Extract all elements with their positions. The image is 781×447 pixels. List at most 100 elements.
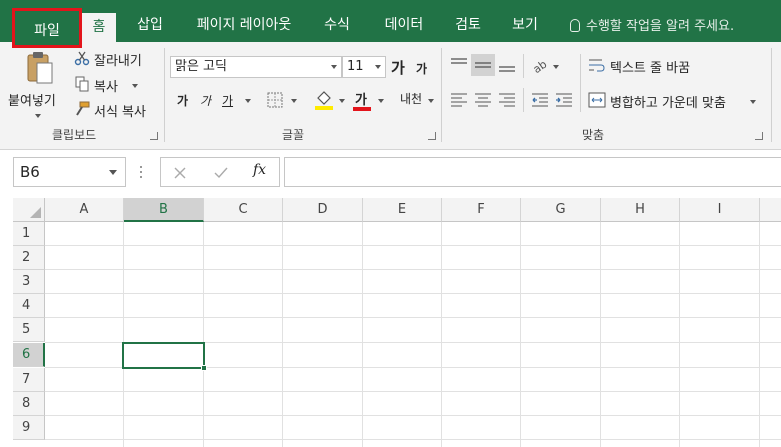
font-color-dropdown-icon[interactable]	[378, 99, 384, 103]
align-bottom-icon[interactable]	[497, 56, 517, 74]
column-header-e[interactable]: E	[363, 198, 442, 222]
enter-check-icon[interactable]	[213, 166, 229, 180]
lightbulb-icon	[570, 19, 580, 32]
font-size-combo[interactable]: 11	[342, 56, 386, 78]
grow-font-button[interactable]: 가	[391, 57, 405, 78]
font-color-button[interactable]: 가	[353, 89, 373, 111]
wrap-text-button[interactable]: 텍스트 줄 바꿈	[588, 55, 708, 77]
svg-text:ab: ab	[531, 58, 550, 74]
align-left-icon[interactable]	[449, 92, 469, 108]
chevron-down-icon	[331, 65, 337, 69]
format-painter-button[interactable]: 서식 복사	[74, 99, 154, 120]
font-launcher-icon[interactable]	[428, 132, 436, 140]
copy-label: 복사	[94, 80, 118, 95]
format-painter-icon	[76, 101, 90, 116]
align-right-icon[interactable]	[497, 92, 517, 108]
decrease-indent-icon[interactable]	[530, 92, 550, 108]
scissors-icon	[74, 51, 90, 66]
merge-center-icon	[588, 92, 606, 108]
tab-home[interactable]: 홈	[82, 13, 116, 42]
copy-dropdown-icon	[132, 84, 138, 88]
tell-me-box[interactable]: 수행할 작업을 알려 주세요.	[570, 15, 734, 34]
row-header-2[interactable]: 2	[13, 246, 45, 270]
fill-color-dropdown-icon[interactable]	[339, 99, 345, 103]
cut-label: 잘라내기	[94, 54, 142, 69]
select-all-button[interactable]	[13, 198, 45, 222]
tab-review[interactable]: 검토	[448, 9, 488, 42]
font-size-value: 11	[347, 59, 364, 74]
wrap-text-icon	[589, 59, 605, 72]
tab-formulas[interactable]: 수식	[316, 9, 358, 42]
bold-button[interactable]: 가	[177, 92, 188, 109]
copy-button[interactable]: 복사	[74, 74, 150, 95]
align-middle-icon	[475, 62, 491, 68]
align-center-icon[interactable]	[473, 92, 493, 108]
increase-indent-icon[interactable]	[554, 92, 574, 108]
formula-bar-splitter[interactable]	[139, 163, 142, 181]
ribbon-tab-bar: 파일 홈 삽입 페이지 레이아웃 수식 데이터 검토 보기 수행할 작업을 알려…	[0, 0, 781, 48]
group-divider	[771, 48, 772, 142]
row-header-7[interactable]: 7	[13, 368, 45, 392]
tab-page-layout[interactable]: 페이지 레이아웃	[188, 9, 300, 42]
tab-insert[interactable]: 삽입	[130, 9, 170, 42]
column-header-a[interactable]: A	[45, 198, 124, 222]
chevron-down-icon	[375, 65, 381, 69]
tab-file[interactable]: 파일	[12, 8, 82, 48]
paste-button[interactable]: 붙여넣기	[8, 48, 66, 124]
column-header-d[interactable]: D	[283, 198, 363, 222]
borders-dropdown-icon[interactable]	[291, 99, 297, 103]
column-header-g[interactable]: G	[521, 198, 601, 222]
row-header-8[interactable]: 8	[13, 392, 45, 416]
row-header-3[interactable]: 3	[13, 270, 45, 294]
row-header-4[interactable]: 4	[13, 294, 45, 318]
merge-center-button[interactable]: 병합하고 가운데 맞춤	[588, 90, 758, 112]
column-header-i[interactable]: I	[680, 198, 760, 222]
tab-data[interactable]: 데이터	[376, 9, 432, 42]
fill-color-icon[interactable]	[314, 90, 334, 110]
column-header-c[interactable]: C	[204, 198, 283, 222]
align-middle-button[interactable]	[471, 54, 495, 76]
active-cell-b6[interactable]	[122, 342, 205, 369]
font-name-value: 맑은 고딕	[175, 59, 227, 74]
clipboard-launcher-icon[interactable]	[150, 132, 158, 140]
row-header-6[interactable]: 6	[13, 343, 45, 367]
insert-function-button[interactable]: fx	[253, 162, 266, 178]
underline-dropdown-icon[interactable]	[245, 99, 251, 103]
formula-buttons: fx	[160, 157, 280, 187]
divider	[523, 88, 524, 112]
phonetic-guide-button[interactable]: 내천	[400, 90, 422, 107]
row-header-1[interactable]: 1	[13, 222, 45, 246]
column-header-f[interactable]: F	[442, 198, 521, 222]
orientation-dropdown-icon[interactable]	[553, 65, 559, 69]
underline-button[interactable]: 가	[222, 92, 233, 109]
italic-button[interactable]: 가	[200, 92, 211, 109]
phonetic-dropdown-icon[interactable]	[428, 99, 434, 103]
shrink-font-button[interactable]: 가	[416, 60, 427, 77]
group-divider	[441, 48, 442, 142]
cell-area[interactable]	[45, 222, 781, 447]
row-header-5[interactable]: 5	[13, 318, 45, 342]
fill-handle[interactable]	[201, 365, 207, 371]
tab-view[interactable]: 보기	[505, 9, 545, 42]
borders-icon[interactable]	[267, 92, 285, 108]
alignment-launcher-icon[interactable]	[755, 132, 763, 140]
column-header-b[interactable]: B	[124, 198, 204, 222]
divider	[523, 54, 524, 78]
formula-input[interactable]	[284, 157, 781, 187]
paste-icon	[27, 52, 53, 84]
alignment-group-label: 맞춤	[582, 128, 605, 142]
column-header-partial[interactable]	[760, 198, 781, 222]
tell-me-text: 수행할 작업을 알려 주세요.	[586, 19, 735, 34]
name-box[interactable]: B6	[13, 157, 126, 187]
cancel-icon[interactable]	[173, 166, 187, 180]
column-header-h[interactable]: H	[601, 198, 680, 222]
align-top-icon[interactable]	[449, 56, 469, 74]
row-header-9[interactable]: 9	[13, 416, 45, 440]
group-divider	[164, 48, 165, 142]
paste-dropdown-icon	[35, 114, 41, 118]
orientation-icon[interactable]: ab	[530, 56, 550, 74]
font-name-combo[interactable]: 맑은 고딕	[170, 56, 342, 78]
font-group-label: 글꼴	[282, 128, 305, 142]
worksheet-grid: A B C D E F G H I 1 2 3 4 5 6 7 8 9	[13, 198, 781, 447]
cut-button[interactable]: 잘라내기	[74, 48, 150, 69]
